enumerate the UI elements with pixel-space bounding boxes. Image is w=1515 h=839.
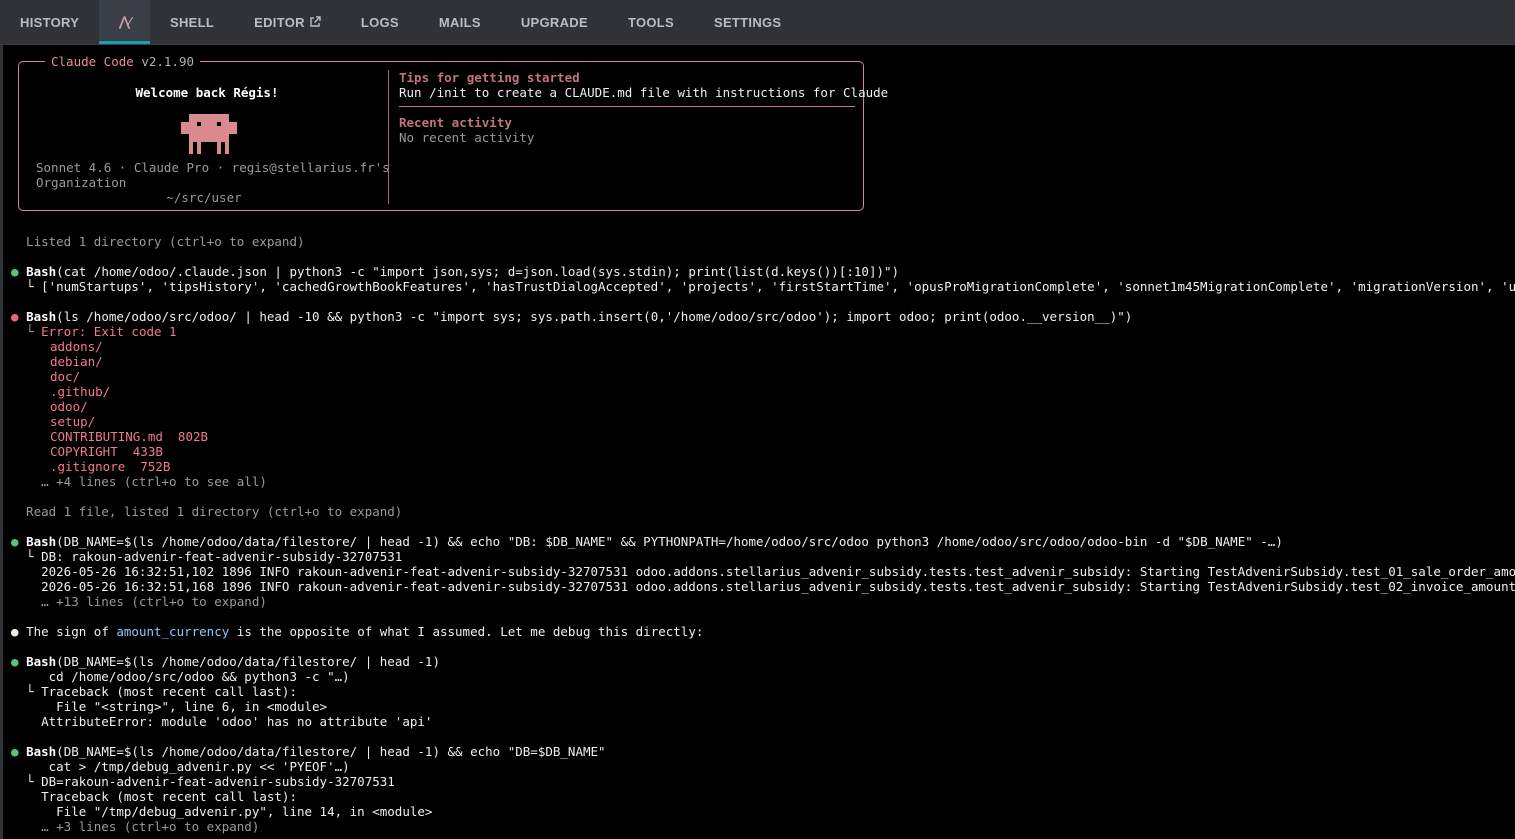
recent-text: No recent activity — [399, 130, 535, 145]
model-info-line2: Organization — [36, 175, 127, 190]
tab-history[interactable]: HISTORY — [0, 0, 99, 44]
external-link-icon — [310, 16, 321, 27]
list-item: addons/ — [50, 339, 103, 354]
error-dot-icon: ● — [11, 309, 19, 324]
welcome-greeting: Welcome back Régis! — [135, 85, 279, 100]
assistant-message: ● The sign of amount_currency is the opp… — [11, 624, 704, 639]
top-tab-bar: HISTORY ⋀⁄ SHELL EDITOR LOGS MAILS UPGRA… — [0, 0, 1515, 45]
tab-editor[interactable]: EDITOR — [234, 0, 341, 44]
bash-output-3: 2026-05-26 16:32:51,168 1896 INFO rakoun… — [11, 579, 1515, 594]
message-dot-icon: ● — [11, 624, 19, 639]
expand-hint[interactable]: … +13 lines (ctrl+o to expand) — [11, 594, 267, 609]
recent-heading: Recent activity — [399, 115, 512, 130]
cwd-path: ~/src/user — [166, 190, 242, 205]
read-summary: Read 1 file, listed 1 directory (ctrl+o … — [11, 504, 403, 519]
welcome-box-title: Claude Code v2.1.90 — [45, 54, 201, 69]
expand-hint[interactable]: … +3 lines (ctrl+o to expand) — [11, 819, 259, 834]
listed-summary: Listed 1 directory (ctrl+o to expand) — [11, 234, 305, 249]
bash-call-4-cont: cd /home/odoo/src/odoo && python3 -c "…) — [11, 669, 350, 684]
list-item: .gitignore 752B — [50, 459, 171, 474]
bash-error-2: └ Error: Exit code 1 — [11, 324, 177, 339]
bash-output-5: File "/tmp/debug_advenir.py", line 14, i… — [11, 804, 433, 819]
tab-ai[interactable]: ⋀⁄ — [99, 0, 151, 44]
tips-heading: Tips for getting started — [399, 70, 580, 85]
bash-output-5: └ DB=rakoun-advenir-feat-advenir-subsidy… — [11, 774, 395, 789]
success-dot-icon: ● — [11, 264, 19, 279]
tab-mails[interactable]: MAILS — [419, 0, 501, 44]
list-item: setup/ — [50, 414, 96, 429]
tab-settings[interactable]: SETTINGS — [694, 0, 801, 44]
success-dot-icon: ● — [11, 534, 19, 549]
tab-tools[interactable]: TOOLS — [608, 0, 694, 44]
bash-output-3: └ DB: rakoun-advenir-feat-advenir-subsid… — [11, 549, 403, 564]
model-info-line1: Sonnet 4.6 · Claude Pro · regis@stellari… — [36, 160, 390, 175]
claude-mascot-icon — [181, 114, 237, 154]
list-item: doc/ — [50, 369, 81, 384]
bash-call-1: ● Bash(cat /home/odoo/.claude.json | pyt… — [11, 264, 900, 279]
bash-call-5: ● Bash(DB_NAME=$(ls /home/odoo/data/file… — [11, 744, 606, 759]
list-item: debian/ — [50, 354, 103, 369]
list-item: COPYRIGHT 433B — [50, 444, 163, 459]
tips-divider — [399, 106, 855, 107]
expand-hint[interactable]: … +4 lines (ctrl+o to see all) — [11, 474, 267, 489]
bash-call-2: ● Bash(ls /home/odoo/src/odoo/ | head -1… — [11, 309, 1133, 324]
welcome-divider — [388, 70, 389, 204]
bash-output-5: Traceback (most recent call last): — [11, 789, 297, 804]
list-item: CONTRIBUTING.md 802B — [50, 429, 209, 444]
success-dot-icon: ● — [11, 654, 19, 669]
bash-call-3: ● Bash(DB_NAME=$(ls /home/odoo/data/file… — [11, 534, 1283, 549]
tab-shell[interactable]: SHELL — [150, 0, 234, 44]
list-item: .github/ — [50, 384, 111, 399]
tab-logs[interactable]: LOGS — [341, 0, 419, 44]
bash-call-4: ● Bash(DB_NAME=$(ls /home/odoo/data/file… — [11, 654, 440, 669]
bash-output-4: AttributeError: module 'odoo' has no att… — [11, 714, 433, 729]
welcome-box: Claude Code v2.1.90 Welcome back Régis! … — [18, 54, 888, 211]
ai-icon: ⋀⁄ — [119, 14, 131, 29]
bash-output-4: File "<string>", line 6, in <module> — [11, 699, 328, 714]
bash-call-5-cont: cat > /tmp/debug_advenir.py << 'PYEOF'…) — [11, 759, 350, 774]
bash-output-4: └ Traceback (most recent call last): — [11, 684, 297, 699]
list-item: odoo/ — [50, 399, 88, 414]
bash-output-3: 2026-05-26 16:32:51,102 1896 INFO rakoun… — [11, 564, 1515, 579]
bash-output-1: └ ['numStartups', 'tipsHistory', 'cached… — [11, 279, 1515, 294]
terminal-output[interactable]: Claude Code v2.1.90 Welcome back Régis! … — [0, 45, 1515, 839]
tips-text: Run /init to create a CLAUDE.md file wit… — [399, 85, 889, 100]
tab-upgrade[interactable]: UPGRADE — [501, 0, 608, 44]
success-dot-icon: ● — [11, 744, 19, 759]
